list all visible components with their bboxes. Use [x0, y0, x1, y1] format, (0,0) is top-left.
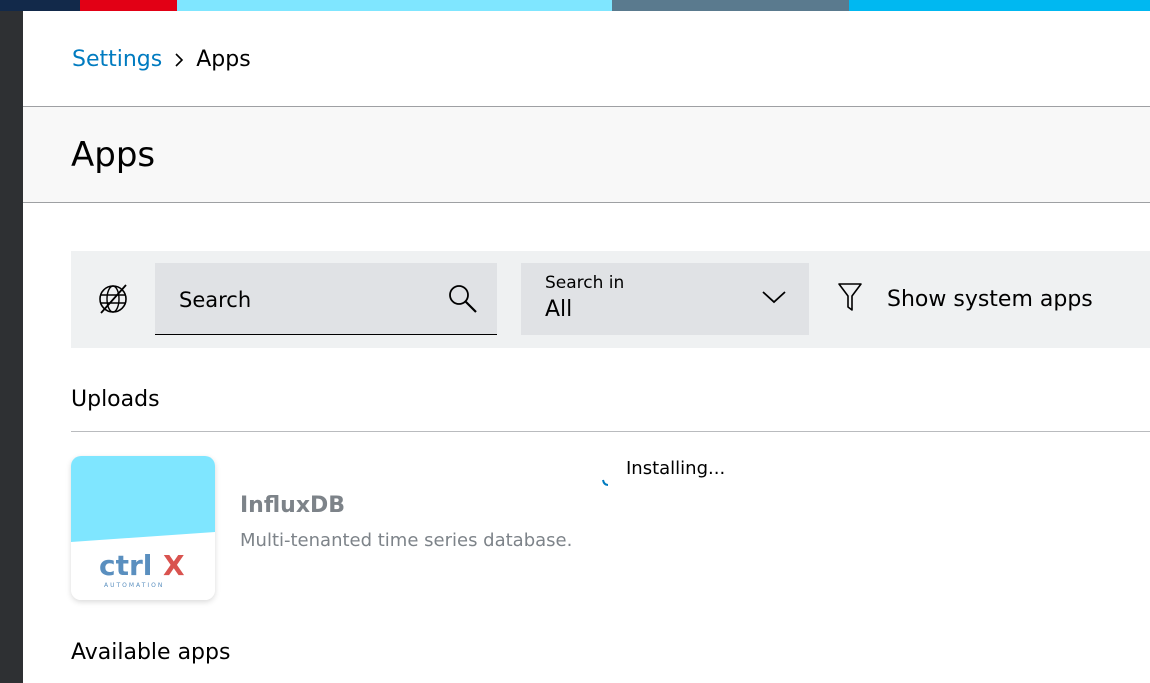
page-title: Apps — [71, 135, 156, 175]
search-in-label: Search in — [545, 273, 625, 293]
filter-icon — [837, 281, 863, 317]
breadcrumb-settings-link[interactable]: Settings — [72, 47, 162, 72]
left-sidebar — [0, 0, 23, 683]
brand-color-strip — [0, 0, 1150, 11]
search-in-value: All — [545, 297, 573, 322]
show-system-apps-label: Show system apps — [887, 286, 1093, 312]
chevron-right-icon — [174, 52, 184, 68]
loading-spinner-icon — [602, 472, 610, 491]
breadcrumb-current: Apps — [196, 47, 251, 72]
app-name: InfluxDB — [240, 493, 346, 518]
search-in-select[interactable]: Search in All — [521, 263, 809, 335]
breadcrumb: Settings Apps — [72, 47, 251, 72]
search-icon[interactable] — [447, 283, 479, 319]
app-logo-tile: ctrl X AUTOMATION — [71, 456, 215, 600]
search-field[interactable] — [155, 263, 497, 335]
ctrlx-logo: ctrl X AUTOMATION — [71, 456, 215, 600]
page-header: Apps — [23, 106, 1150, 203]
uploads-heading: Uploads — [71, 387, 160, 412]
install-status: Installing... — [626, 458, 726, 479]
svg-text:AUTOMATION: AUTOMATION — [104, 582, 164, 589]
show-system-apps-button[interactable]: Show system apps — [837, 269, 1093, 329]
globe-off-icon[interactable] — [93, 281, 133, 317]
app-description: Multi-tenanted time series database. — [240, 530, 573, 551]
apps-toolbar: Search in All Show system apps — [71, 251, 1150, 348]
main-content: Settings Apps Apps Search Search in All … — [23, 11, 1150, 683]
svg-text:ctrl: ctrl — [99, 549, 152, 582]
available-apps-heading: Available apps — [71, 640, 231, 665]
chevron-down-icon — [761, 289, 787, 309]
search-input[interactable] — [179, 283, 429, 317]
svg-text:X: X — [163, 549, 185, 582]
upload-app-card[interactable]: ctrl X AUTOMATION InfluxDB Multi-tenante… — [71, 456, 951, 601]
uploads-divider — [71, 431, 1150, 432]
